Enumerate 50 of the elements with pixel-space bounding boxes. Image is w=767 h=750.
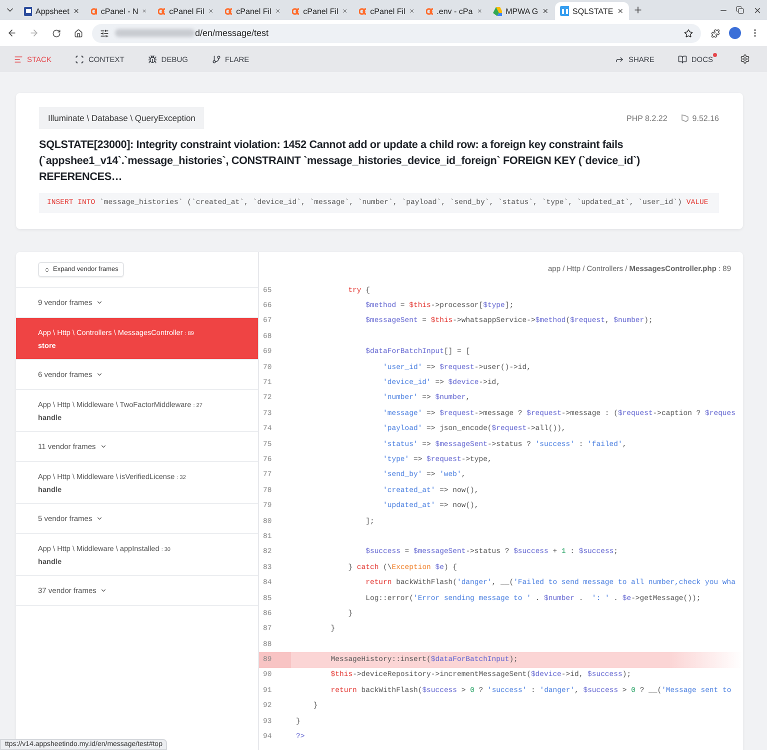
arrow-left-icon bbox=[7, 28, 17, 38]
address-bar[interactable]: d/en/message/test bbox=[92, 24, 701, 42]
restore-icon bbox=[736, 6, 744, 14]
bookmark-star-icon[interactable] bbox=[684, 28, 693, 38]
cpanel-favicon-icon bbox=[158, 8, 166, 14]
cpanel-favicon-icon bbox=[426, 8, 433, 14]
arrow-right-icon bbox=[29, 28, 39, 38]
browser-tab[interactable]: cPanel Fil bbox=[354, 2, 420, 20]
close-icon bbox=[752, 6, 762, 14]
browser-tab[interactable]: cPanel - N bbox=[86, 2, 152, 20]
home-icon bbox=[74, 28, 82, 38]
browser-tab[interactable]: .env - cPa bbox=[421, 2, 487, 20]
puzzle-icon bbox=[710, 28, 720, 38]
browser-tab[interactable]: SQLSTATE bbox=[555, 2, 629, 20]
site-settings-icon[interactable] bbox=[100, 28, 109, 38]
exception-message: SQLSTATE[23000]: Integrity constraint violation: 1452 Cannot add or update a child row: a foreign key constraint fails (`appshee1_v14`.`message_histories`, CONSTRAINT `message_histories_device_id_foreign` FOREIGN KEY (`device_id`) REFERENCES… bbox=[39, 138, 641, 185]
list-icon bbox=[14, 54, 23, 64]
bug-icon bbox=[148, 54, 158, 64]
chevron-down-icon bbox=[100, 587, 108, 594]
chevron-down-icon bbox=[100, 443, 107, 450]
share-icon bbox=[615, 54, 624, 64]
drive-favicon-icon bbox=[493, 6, 502, 16]
profile-avatar[interactable] bbox=[729, 27, 741, 39]
cpanel-favicon-icon bbox=[91, 8, 97, 14]
browser-tab[interactable]: cPanel Fil bbox=[287, 2, 353, 20]
close-icon[interactable] bbox=[542, 7, 549, 15]
browser-tab[interactable]: Appsheet bbox=[19, 2, 85, 20]
framework-icon bbox=[681, 114, 690, 122]
book-icon bbox=[678, 54, 688, 64]
cpanel-favicon-icon bbox=[292, 8, 300, 14]
reload-icon bbox=[52, 28, 60, 38]
scan-icon bbox=[75, 54, 84, 64]
exception-class: Illuminate \ Database \ QueryException bbox=[39, 107, 204, 129]
chevron-down-icon bbox=[96, 515, 104, 522]
settings-icon bbox=[740, 54, 750, 64]
close-icon[interactable] bbox=[73, 7, 80, 15]
close-icon[interactable] bbox=[617, 7, 624, 15]
cpanel-favicon-icon bbox=[359, 8, 366, 14]
branch-icon bbox=[212, 54, 221, 64]
browser-tab[interactable]: cPanel Fil bbox=[153, 2, 219, 20]
chevron-down-icon bbox=[96, 371, 104, 378]
browser-tab[interactable]: MPWA G bbox=[488, 2, 554, 20]
browser-tab[interactable]: cPanel Fil bbox=[220, 2, 286, 20]
app-favicon-icon bbox=[24, 6, 32, 16]
cpanel-favicon-icon bbox=[225, 8, 232, 14]
framework-version: 9.52.16 bbox=[692, 114, 719, 122]
chevron-down-icon bbox=[96, 299, 104, 306]
php-version: PHP 8.2.22 bbox=[626, 114, 668, 122]
ignition-favicon-icon bbox=[560, 6, 569, 16]
plus-icon bbox=[633, 5, 643, 15]
